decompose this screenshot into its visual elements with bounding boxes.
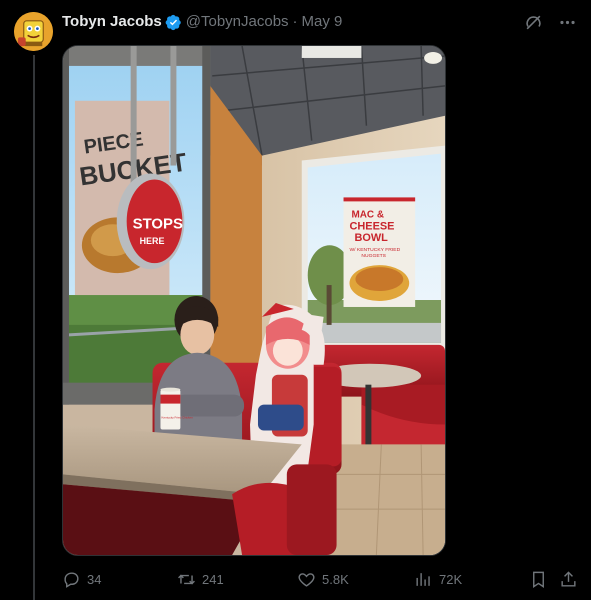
tweet-photo[interactable]: PIECE BUCKET STOPS HERE (62, 45, 446, 556)
bookmark-button[interactable] (529, 570, 548, 589)
retweet-button[interactable]: 241 (177, 570, 224, 589)
views-icon (416, 572, 430, 586)
share-icon (561, 570, 576, 587)
author-name[interactable]: Tobyn Jacobs (62, 12, 162, 32)
tweet-view: Tobyn Jacobs @TobynJacobs · May 9 PIECE … (0, 0, 591, 600)
thread-line (33, 55, 35, 600)
stops-sign-sub: HERE (140, 236, 165, 246)
grok-icon[interactable] (523, 12, 543, 32)
like-count: 5.8K (322, 571, 349, 587)
separator-dot: · (292, 13, 298, 30)
tweet-top-actions (523, 12, 577, 32)
reply-icon (64, 571, 79, 588)
poster-sub-1: W/ KENTUCKY FRIED (350, 247, 401, 253)
retweet-icon (178, 574, 195, 584)
heart-icon (298, 572, 315, 587)
poster-sub-2: NUGGETS (361, 253, 386, 259)
stops-sign-text: STOPS (133, 215, 183, 232)
author-handle[interactable]: @TobynJacobs (186, 12, 289, 32)
views-button[interactable]: 72K (414, 570, 462, 589)
poster-line-1: MAC & (351, 209, 384, 220)
reply-button[interactable]: 34 (62, 570, 101, 589)
verified-badge-icon (165, 14, 182, 31)
tweet-header: Tobyn Jacobs @TobynJacobs · May 9 (62, 12, 342, 32)
tweet-date[interactable]: May 9 (302, 12, 343, 32)
retweet-count: 241 (202, 571, 224, 587)
poster-line-3: BOWL (354, 232, 388, 244)
restaurant-photo: PIECE BUCKET STOPS HERE (63, 46, 445, 555)
reply-count: 34 (87, 571, 102, 587)
poster-line-2: CHEESE (350, 220, 395, 232)
avatar-image (14, 12, 53, 51)
view-count: 72K (439, 571, 463, 587)
like-button[interactable]: 5.8K (297, 570, 349, 589)
share-button[interactable] (559, 570, 578, 589)
more-icon[interactable] (557, 12, 577, 32)
bookmark-icon (533, 571, 544, 588)
avatar[interactable] (14, 12, 53, 51)
cup-text: Kentucky Fried Chicken (161, 416, 193, 420)
tweet-action-bar: 34 241 5.8K 72K (62, 568, 577, 590)
